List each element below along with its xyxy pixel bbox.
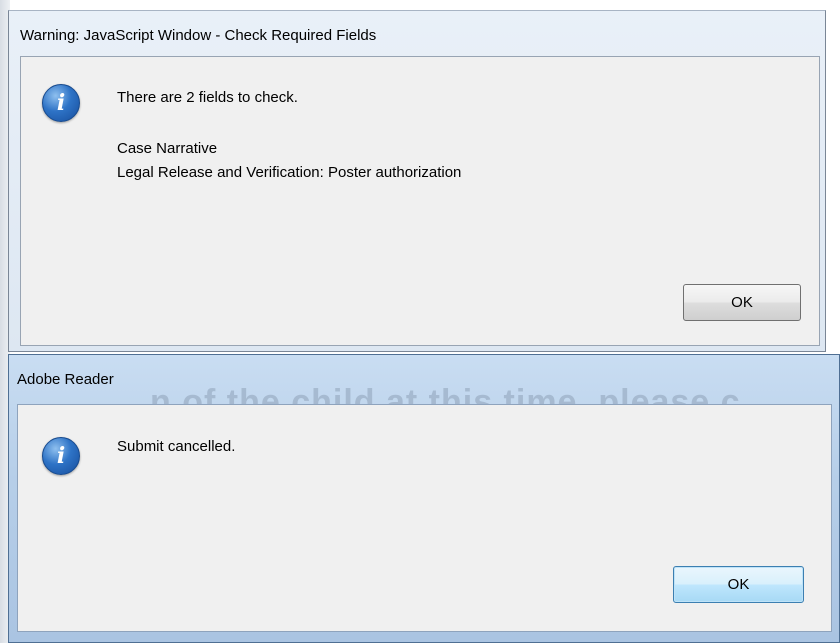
info-icon: i	[42, 84, 80, 122]
adobe-reader-dialog-title: Adobe Reader	[17, 371, 114, 388]
warning-message: There are 2 fields to check.	[117, 89, 298, 106]
screenshot: Warning: JavaScript Window - Check Requi…	[0, 0, 840, 643]
info-icon: i	[42, 437, 80, 475]
submit-cancelled-message: Submit cancelled.	[117, 438, 236, 455]
warning-dialog-title: Warning: JavaScript Window - Check Requi…	[20, 27, 377, 44]
field-item-case-narrative: Case Narrative	[117, 140, 218, 157]
ok-button[interactable]: OK	[673, 566, 804, 603]
field-item-legal-release: Legal Release and Verification: Poster a…	[117, 164, 462, 181]
warning-dialog: Warning: JavaScript Window - Check Requi…	[0, 0, 840, 352]
ok-button[interactable]: OK	[683, 284, 801, 321]
